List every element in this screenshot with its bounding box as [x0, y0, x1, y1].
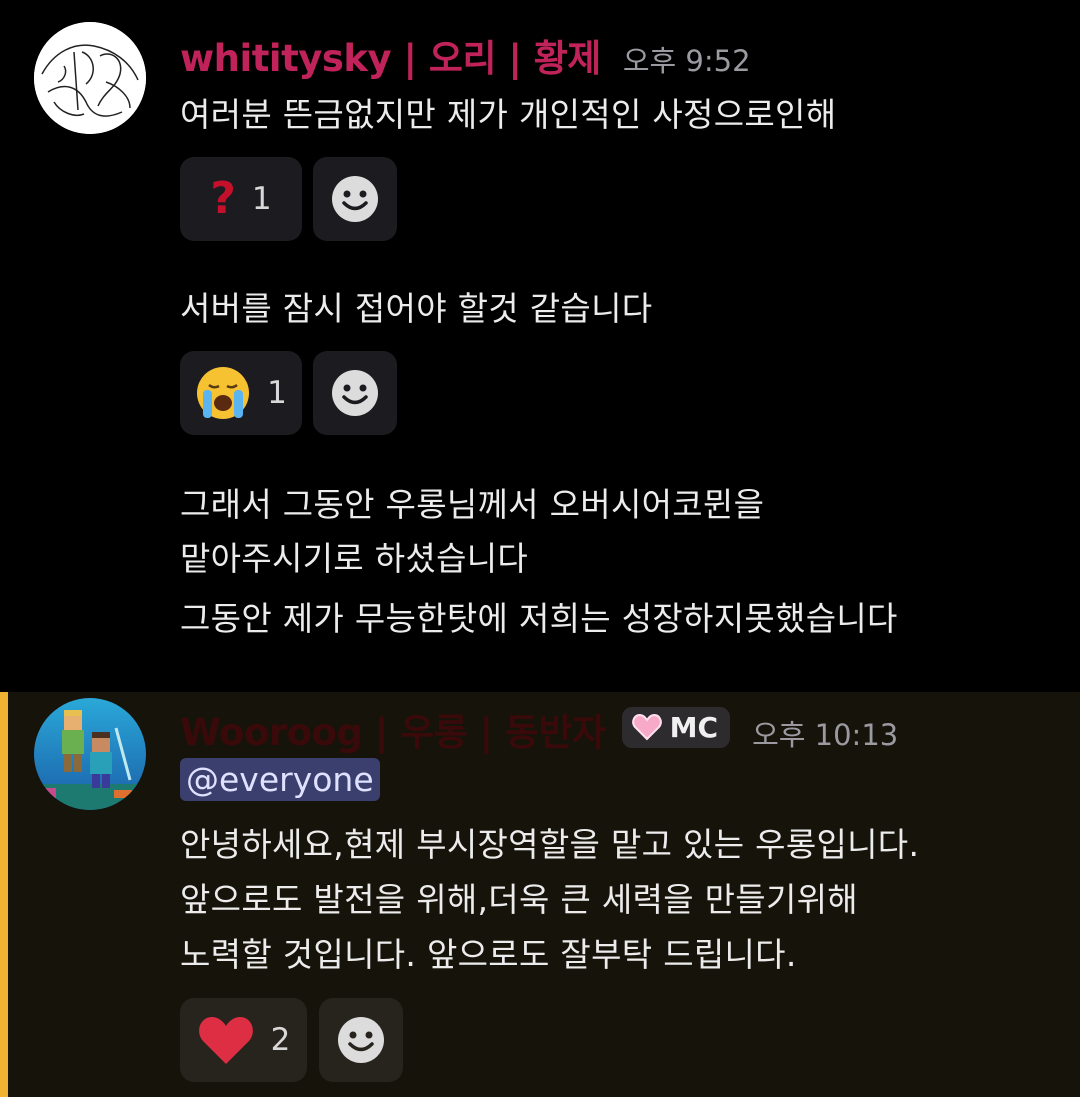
username[interactable]: Wooroog | 우롱 | 동반자 [180, 702, 606, 756]
reaction-question[interactable]: ? 1 [180, 157, 302, 241]
timestamp: 오후 9:52 [622, 44, 751, 78]
question-mark-icon: ? [210, 173, 236, 224]
message-header: Wooroog | 우롱 | 동반자 MC 오후 10:13 [180, 702, 898, 756]
role-badge[interactable]: MC [621, 706, 731, 748]
timestamp: 오후 10:13 [752, 718, 899, 752]
everyone-mention[interactable]: @everyone [180, 758, 380, 801]
message-line: 서버를 잠시 접어야 할것 같습니다 [180, 289, 653, 328]
reaction-count: 2 [270, 1022, 291, 1058]
add-reaction-button[interactable] [313, 351, 397, 435]
avatar[interactable] [34, 22, 146, 134]
reaction-crying[interactable]: 1 [180, 351, 302, 435]
reaction-count: 1 [267, 375, 287, 411]
add-reaction-button[interactable] [319, 998, 403, 1082]
add-reaction-smiley-icon [332, 370, 378, 416]
message-line: 안녕하세요,현제 부시장역할을 맡고 있는 우롱입니다. [180, 825, 920, 864]
add-reaction-smiley-icon [338, 1017, 384, 1063]
add-reaction-smiley-icon [332, 176, 378, 222]
message-line: 그래서 그동안 우롱님께서 오버시어코뮌을 [180, 485, 765, 524]
mention-highlight-bar [0, 692, 8, 1097]
message-line: 그동안 제가 무능한탓에 저희는 성장하지못했습니다 [180, 599, 898, 638]
username[interactable]: whititysky | 오리 | 황제 [180, 28, 601, 82]
message-line: 여러분 뜬금없지만 제가 개인적인 사정으로인해 [180, 95, 837, 134]
reaction-count: 1 [251, 181, 272, 217]
message-header: whititysky | 오리 | 황제 오후 9:52 [180, 28, 751, 82]
message-whititysky: whititysky | 오리 | 황제 오후 9:52 여러분 뜬금없지만 제… [0, 0, 1080, 692]
message-line: 앞으로도 발전을 위해,더욱 큰 세력을 만들기위해 [180, 880, 858, 919]
add-reaction-button[interactable] [313, 157, 397, 241]
badge-label: MC [669, 710, 719, 744]
message-line: 노력할 것입니다. 앞으로도 잘부탁 드립니다. [180, 935, 797, 974]
reaction-heart[interactable]: 2 [180, 998, 307, 1082]
red-heart-icon [198, 1017, 253, 1064]
message-wooroog: Wooroog | 우롱 | 동반자 MC 오후 10:13 @everyone… [0, 692, 1080, 1097]
message-line: 맡아주시기로 하셨습니다 [180, 539, 529, 578]
avatar[interactable] [34, 698, 146, 810]
pink-heart-icon [631, 713, 662, 741]
crying-face-icon [197, 367, 250, 419]
